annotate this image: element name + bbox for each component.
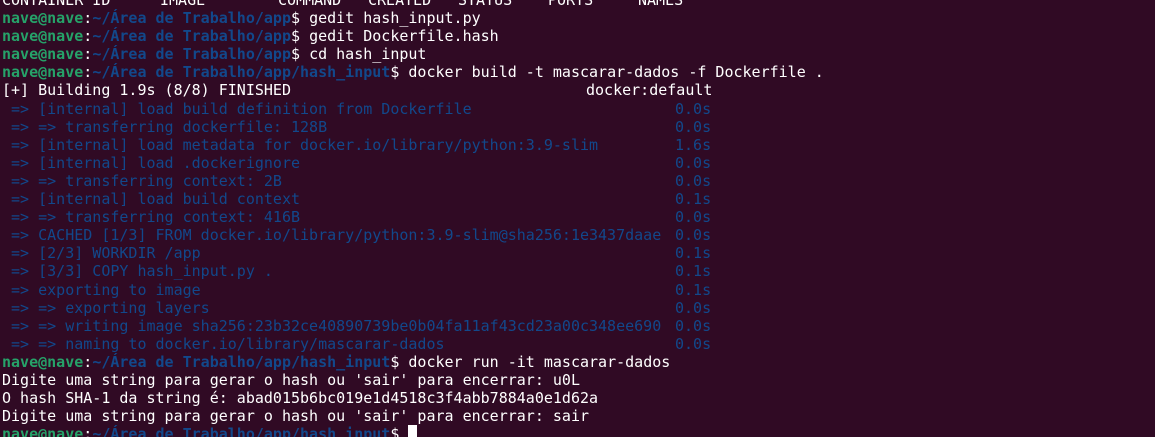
build-step: => CACHED [1/3] FROM docker.io/library/p… xyxy=(2,226,1155,244)
build-step-text: => [3/3] COPY hash_input.py . xyxy=(2,262,273,281)
header-col-container-id: CONTAINER ID xyxy=(2,0,111,9)
header-col-command: COMMAND xyxy=(278,0,342,9)
prompt-dollar: $ xyxy=(291,45,310,64)
build-step-text: => [internal] load build definition from… xyxy=(2,99,472,118)
command-text: cd hash_input xyxy=(309,45,427,64)
build-step-time: 0.0s xyxy=(675,99,712,118)
build-step-time: 0.0s xyxy=(675,334,712,353)
build-step-text: => => writing image sha256:23b32ce408907… xyxy=(2,316,662,335)
build-step-time: 0.1s xyxy=(675,280,712,299)
build-step-time: 0.1s xyxy=(675,262,712,281)
build-step-time: 0.0s xyxy=(675,153,712,172)
build-step: => => writing image sha256:23b32ce408907… xyxy=(2,317,1155,335)
prompt-user-host: nave@nave xyxy=(2,63,84,82)
prompt-line: nave@nave:~/Área de Trabalho/app/hash_in… xyxy=(2,63,1155,81)
prompt-user-host: nave@nave xyxy=(2,27,84,46)
prompt-path: ~/Área de Trabalho/app/hash_input xyxy=(92,352,391,371)
build-step: => => transferring dockerfile: 128B 0.0s xyxy=(2,118,1155,136)
header-col-image: IMAGE xyxy=(160,0,206,9)
header-col-created: CREATED xyxy=(368,0,432,9)
prompt-dollar: $ xyxy=(291,9,310,28)
prompt-line: nave@nave:~/Área de Trabalho/app$ cd has… xyxy=(2,45,1155,63)
build-step-text: => exporting to image xyxy=(2,280,201,299)
build-step: => => transferring context: 416B 0.0s xyxy=(2,208,1155,226)
program-output-line: Digite uma string para gerar o hash ou '… xyxy=(2,370,580,389)
build-step: => [3/3] COPY hash_input.py . 0.1s xyxy=(2,262,1155,280)
build-step: => [internal] load build definition from… xyxy=(2,100,1155,118)
build-step-text: => [internal] load .dockerignore xyxy=(2,153,301,172)
build-step-text: => => naming to docker.io/library/mascar… xyxy=(2,334,445,353)
header-col-status: STATUS xyxy=(458,0,513,9)
build-step-time: 0.0s xyxy=(675,117,712,136)
build-step: => [2/3] WORKDIR /app 0.1s xyxy=(2,244,1155,262)
command-text: gedit hash_input.py xyxy=(309,9,481,28)
header-col-names: NAMES xyxy=(638,0,684,9)
build-step: => => transferring context: 2B 0.0s xyxy=(2,172,1155,190)
prompt-separator: : xyxy=(83,352,93,371)
build-step-time: 1.6s xyxy=(675,135,712,154)
header-col-ports: PORTS xyxy=(548,0,594,9)
prompt-dollar: $ xyxy=(390,63,409,82)
build-step: => => exporting layers 0.0s xyxy=(2,299,1155,317)
build-status: [+] Building 1.9s (8/8) FINISHED xyxy=(2,81,291,100)
build-step-time: 0.0s xyxy=(675,208,712,227)
prompt-separator: : xyxy=(83,63,93,82)
prompt-separator: : xyxy=(83,45,93,64)
prompt-line: nave@nave:~/Área de Trabalho/app$ gedit … xyxy=(2,27,1155,45)
build-step-text: => => transferring context: 2B xyxy=(2,171,282,190)
build-context: docker:default xyxy=(586,81,713,100)
prompt-path: ~/Área de Trabalho/app xyxy=(92,45,291,64)
build-step: => [internal] load metadata for docker.i… xyxy=(2,136,1155,154)
build-step-time: 0.1s xyxy=(675,244,712,263)
build-status-line: [+] Building 1.9s (8/8) FINISHED docker:d… xyxy=(2,81,1155,99)
command-text: gedit Dockerfile.hash xyxy=(309,27,499,46)
prompt-path: ~/Área de Trabalho/app xyxy=(92,27,291,46)
build-step-text: => => exporting layers xyxy=(2,298,210,317)
prompt-dollar: $ xyxy=(291,27,310,46)
prompt-path: ~/Área de Trabalho/app/hash_input xyxy=(92,63,391,82)
prompt-separator: : xyxy=(83,27,93,46)
prompt-user-host: nave@nave xyxy=(2,9,84,28)
docker-ps-header: CONTAINER ID IMAGE COMMAND CREATED STATUS POR… xyxy=(2,0,1155,9)
active-prompt-line[interactable]: nave@nave:~/Área de Trabalho/app/hash_in… xyxy=(2,425,1155,437)
build-step-text: => => transferring dockerfile: 128B xyxy=(2,117,328,136)
build-step-text: => [2/3] WORKDIR /app xyxy=(2,244,201,263)
prompt-path: ~/Área de Trabalho/app/hash_input xyxy=(92,425,391,437)
build-step-time: 0.0s xyxy=(675,171,712,190)
build-step-text: => CACHED [1/3] FROM docker.io/library/p… xyxy=(2,226,662,245)
text-cursor[interactable] xyxy=(408,425,418,437)
build-step-text: => [internal] load metadata for docker.i… xyxy=(2,135,599,154)
build-step-time: 0.0s xyxy=(675,298,712,317)
command-text: docker build -t mascarar-dados -f Docker… xyxy=(408,63,824,82)
prompt-user-host: nave@nave xyxy=(2,45,84,64)
program-output-line: Digite uma string para gerar o hash ou '… xyxy=(2,407,589,426)
prompt-user-host: nave@nave xyxy=(2,425,84,437)
build-step-time: 0.0s xyxy=(675,226,712,245)
prompt-separator: : xyxy=(83,425,93,437)
build-step-time: 0.0s xyxy=(675,316,712,335)
build-step-text: => [internal] load build context xyxy=(2,190,301,209)
prompt-user-host: nave@nave xyxy=(2,352,84,371)
prompt-dollar: $ xyxy=(390,425,409,437)
terminal-window[interactable]: CONTAINER ID IMAGE COMMAND CREATED STATUS POR… xyxy=(0,0,1155,437)
prompt-dollar: $ xyxy=(390,352,409,371)
build-step-text: => => transferring context: 416B xyxy=(2,208,301,227)
build-step: => [internal] load .dockerignore 0.0s xyxy=(2,154,1155,172)
build-step: => exporting to image 0.1s xyxy=(2,281,1155,299)
terminal-output: CONTAINER ID IMAGE COMMAND CREATED STATUS POR… xyxy=(2,0,1155,437)
build-step: => [internal] load build context 0.1s xyxy=(2,190,1155,208)
build-step: => => naming to docker.io/library/mascar… xyxy=(2,335,1155,353)
prompt-line: nave@nave:~/Área de Trabalho/app/hash_in… xyxy=(2,353,1155,371)
program-output-line: O hash SHA-1 da string é: abad015b6bc019… xyxy=(2,389,599,408)
prompt-separator: : xyxy=(83,9,93,28)
build-step-time: 0.1s xyxy=(675,190,712,209)
command-text: docker run -it mascarar-dados xyxy=(408,352,671,371)
prompt-line: nave@nave:~/Área de Trabalho/app$ gedit … xyxy=(2,9,1155,27)
prompt-path: ~/Área de Trabalho/app xyxy=(92,9,291,28)
